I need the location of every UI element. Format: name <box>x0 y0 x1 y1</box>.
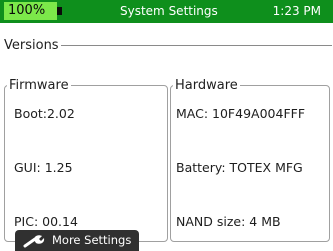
firmware-legend: Firmware <box>9 78 69 93</box>
hardware-nand-size: NAND size: 4 MB <box>176 214 281 229</box>
versions-legend: Versions <box>4 38 59 53</box>
status-bar: 100% System Settings 1:23 PM <box>0 0 333 23</box>
firmware-boot-version: Boot:2.02 <box>14 106 75 121</box>
battery-percent: 100% <box>8 3 46 18</box>
screen-title: System Settings <box>120 4 218 18</box>
battery-tip <box>57 7 62 15</box>
firmware-gui-version: GUI: 1.25 <box>14 160 73 175</box>
hardware-legend: Hardware <box>175 78 238 93</box>
firmware-panel: Firmware Boot:2.02 GUI: 1.25 PIC: 00.14 <box>4 78 168 242</box>
wrench-icon <box>23 235 45 248</box>
more-settings-label: More Settings <box>52 233 132 247</box>
versions-group: Versions Firmware Boot:2.02 GUI: 1.25 PI… <box>4 38 332 242</box>
hardware-battery: Battery: TOTEX MFG <box>176 160 303 175</box>
hardware-panel: Hardware MAC: 10F49A004FFF Battery: TOTE… <box>170 78 330 242</box>
battery-indicator: 100% <box>4 2 62 20</box>
firmware-pic-version: PIC: 00.14 <box>14 214 78 229</box>
hardware-mac-address: MAC: 10F49A004FFF <box>176 106 306 121</box>
clock: 1:23 PM <box>272 4 321 18</box>
more-settings-button[interactable]: More Settings <box>15 230 139 251</box>
